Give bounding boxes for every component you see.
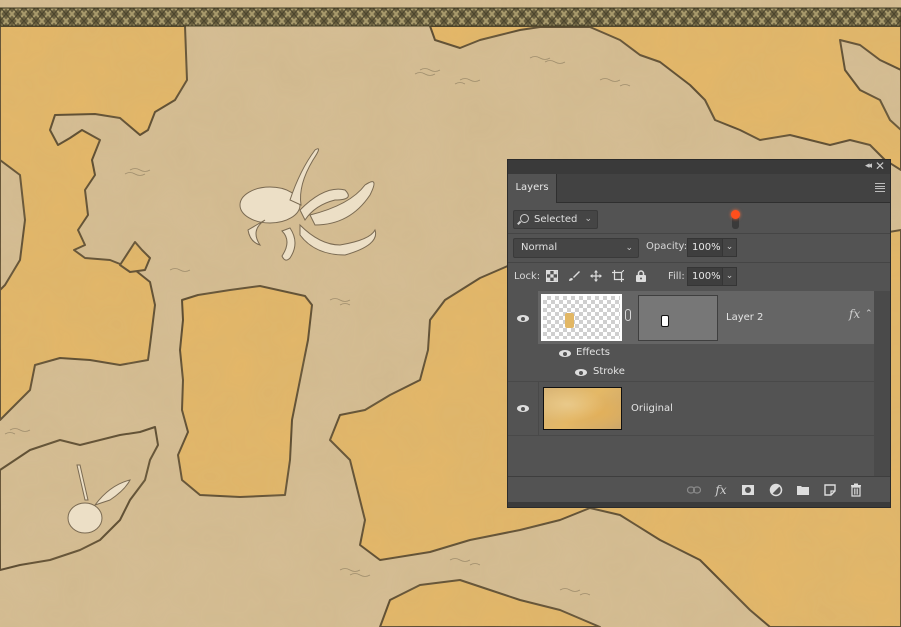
brush-icon[interactable]	[568, 270, 580, 282]
eye-icon[interactable]	[559, 350, 571, 357]
map-border-top	[0, 7, 901, 27]
adjustment-layer-icon[interactable]	[769, 483, 783, 497]
layer-mask-thumbnail[interactable]	[638, 295, 718, 341]
lock-all-icon[interactable]	[635, 270, 647, 282]
chevron-down-icon: ⌄	[625, 243, 633, 253]
blend-mode-select[interactable]: Normal ⌄	[513, 238, 639, 258]
layer-name[interactable]: Oriiginal	[631, 403, 673, 414]
chevron-down-icon: ⌄	[584, 214, 592, 224]
layer-content-preview	[565, 313, 574, 328]
toggle-knob	[731, 210, 740, 219]
blend-mode-value: Normal	[521, 242, 558, 253]
layer-thumbnail[interactable]	[543, 387, 622, 430]
mask-content-preview	[661, 315, 669, 327]
fill-label: Fill:	[668, 271, 685, 282]
search-icon	[520, 214, 529, 223]
collapse-panel-button[interactable]: ◂◂	[865, 161, 872, 171]
artboard-icon[interactable]	[612, 270, 624, 282]
layers-panel: ◂◂ ✕ Layers Selected ⌄ Normal ⌄ Opacity:…	[507, 159, 891, 508]
effects-label: Effects	[576, 347, 610, 358]
collapse-effects-caret-icon[interactable]: ⌃	[865, 309, 873, 319]
layers-scrollbar[interactable]	[874, 291, 890, 476]
trash-icon[interactable]	[849, 483, 863, 497]
eye-icon[interactable]	[517, 405, 529, 412]
layer-filter-row: Selected ⌄	[508, 203, 890, 234]
tab-layers[interactable]: Layers	[508, 174, 557, 203]
layer-thumbnail[interactable]	[541, 294, 622, 341]
new-layer-icon[interactable]	[823, 483, 837, 497]
panel-title-bar[interactable]: ◂◂ ✕	[508, 159, 890, 174]
fill-dropdown-button[interactable]: ⌄	[722, 267, 737, 286]
layer-row-layer-2[interactable]: Layer 2 fx ⌃	[508, 291, 874, 344]
effects-row[interactable]: Effects	[538, 344, 874, 363]
blend-row: Normal ⌄ Opacity: 100% ⌄	[508, 234, 890, 263]
effect-row-stroke[interactable]: Stroke	[538, 363, 874, 382]
opacity-dropdown-button[interactable]: ⌄	[722, 238, 737, 257]
eye-icon[interactable]	[517, 315, 529, 322]
lock-label: Lock:	[514, 271, 541, 282]
link-layers-icon[interactable]	[687, 483, 701, 497]
visibility-column	[508, 382, 539, 435]
new-group-folder-icon[interactable]	[796, 483, 810, 497]
close-panel-button[interactable]: ✕	[875, 159, 885, 173]
filter-toggle-switch[interactable]	[731, 210, 740, 231]
add-mask-icon[interactable]	[741, 483, 755, 497]
filter-kind-label: Selected	[534, 214, 578, 225]
panel-resize-grip[interactable]	[508, 502, 890, 507]
add-layer-style-icon[interactable]: fx	[714, 483, 728, 497]
layer-row-original[interactable]: Oriiginal	[508, 381, 874, 436]
fx-icon[interactable]: fx	[849, 307, 860, 321]
layers-list: Layer 2 fx ⌃ Effects Stroke Oriiginal	[508, 291, 874, 476]
opacity-label: Opacity:	[646, 241, 688, 252]
panel-menu-icon[interactable]	[875, 183, 885, 192]
visibility-column	[508, 291, 538, 344]
mask-link-icon[interactable]	[625, 309, 631, 321]
eye-icon[interactable]	[575, 369, 587, 376]
move-icon[interactable]	[590, 270, 602, 282]
effect-name: Stroke	[593, 366, 625, 377]
lock-row: Lock: Fill: 100% ⌄	[508, 263, 890, 291]
panel-footer: fx	[508, 476, 890, 504]
lock-transparent-pixels-icon[interactable]	[546, 270, 558, 282]
panel-tab-bar: Layers	[508, 174, 890, 203]
layer-name[interactable]: Layer 2	[726, 312, 763, 323]
filter-kind-select[interactable]: Selected ⌄	[513, 210, 598, 229]
